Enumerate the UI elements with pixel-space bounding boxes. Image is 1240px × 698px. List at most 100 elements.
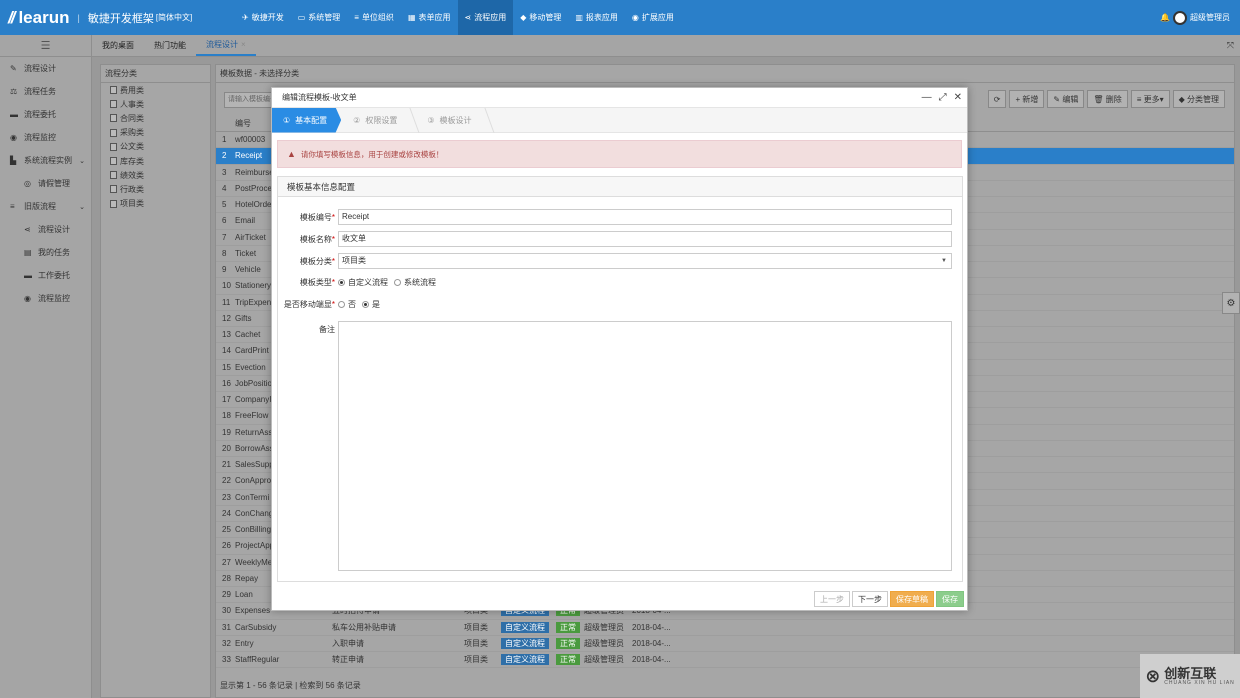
maximize-icon[interactable]: ⤢ (939, 92, 947, 103)
sidebar-item-3[interactable]: ◉ 流程监控 (0, 126, 91, 149)
row-number: 3 (222, 167, 227, 177)
nav-item-1[interactable]: ▭ 系统管理 (291, 0, 348, 35)
next-button[interactable]: 下一步 (852, 591, 888, 607)
settings-gear-icon[interactable]: ⚙ (1222, 292, 1240, 314)
form-section-title: 模板基本信息配置 (278, 177, 962, 197)
sidebar-item-1[interactable]: ⚖ 流程任务 (0, 80, 91, 103)
row-name: 入职申请 (332, 638, 364, 648)
row-number: 21 (222, 460, 231, 470)
nav-item-4[interactable]: ⋖ 流程应用 (457, 0, 514, 35)
bell-icon[interactable]: 🔔 (1160, 13, 1170, 22)
user-menu[interactable]: 🔔 超级管理员 (1160, 0, 1230, 35)
category-label: 费用类 (120, 85, 144, 95)
minimize-icon[interactable]: — (922, 92, 932, 103)
category-item[interactable]: 公文类 (101, 140, 210, 154)
label-text: 模板类型 (299, 278, 332, 287)
mobile-radio-yes[interactable]: 是 (362, 299, 380, 310)
close-icon[interactable]: ✕ (954, 92, 962, 103)
sidebar-item-label: 旧版流程 (24, 202, 56, 211)
nav-label: 表单应用 (418, 13, 451, 22)
app-language: [简体中文] (155, 13, 193, 22)
save-button[interactable]: 保存 (936, 591, 964, 607)
table-row[interactable]: 31 CarSubsidy 私车公用补贴申请 项目类 自定义流程 正常 超级管理员 2018-… (216, 620, 1234, 636)
nav-item-6[interactable]: ▥ 报表应用 (568, 0, 625, 35)
table-row[interactable]: 33 StaffRegular 转正申请 项目类 自定义流程 正常 超级管理员 2018-04… (216, 652, 1234, 669)
nav-item-3[interactable]: ▦ 表单应用 (401, 0, 458, 35)
sidebar-item-10[interactable]: ◉ 流程监控 (0, 287, 91, 310)
sidebar-item-0[interactable]: ✎ 流程设计 (0, 57, 91, 80)
sidebar-item-8[interactable]: ▤ 我的任务 (0, 241, 91, 264)
row-number: 32 (222, 638, 231, 648)
tab-2[interactable]: 流程设计 × (196, 35, 256, 56)
nav-item-0[interactable]: ✈ 敏捷开发 (235, 0, 291, 35)
row-number: 6 (222, 216, 227, 226)
category-item[interactable]: 库存类 (101, 154, 210, 168)
table-row[interactable]: 32 Entry 入职申请 项目类 自定义流程 正常 超级管理员 2018-04-... (216, 636, 1234, 652)
share-icon: ⋖ (464, 13, 472, 22)
search-input[interactable]: 请输入模板编号/名称 (224, 92, 274, 108)
row-number: 30 (222, 606, 231, 616)
avatar[interactable] (1173, 10, 1187, 25)
menu-toggle-icon[interactable]: ☰ (0, 35, 91, 57)
sidebar-item-9[interactable]: ▬ 工作委托 (0, 264, 91, 287)
trash-button[interactable]: 🗑 删除 (1087, 90, 1128, 108)
step-basic-config[interactable]: ① 基本配置 (272, 107, 342, 133)
prev-button[interactable]: 上一步 (814, 591, 850, 607)
sidebar-item-6[interactable]: ≡ 旧版流程 ⌄ (0, 195, 91, 218)
category-item[interactable]: 绩效类 (101, 168, 210, 182)
status-badge: 正常 (556, 637, 580, 649)
category-item[interactable]: 费用类 (101, 83, 210, 97)
category-item[interactable]: 合同类 (101, 111, 210, 125)
remark-field[interactable] (338, 321, 952, 571)
sidebar-item-7[interactable]: ⋖ 流程设计 (0, 218, 91, 241)
sidebar-item-label: 系统流程实例 (24, 156, 72, 165)
refresh-button[interactable]: ⟳ (987, 90, 1007, 108)
delegate-icon: ▬ (10, 110, 18, 119)
tag-button[interactable]: ◆ 分类管理 (1172, 90, 1225, 108)
category-select[interactable]: 项目类 ▼ (338, 253, 952, 269)
row-category: 项目类 (464, 638, 488, 648)
col-code-header[interactable]: 编号 (232, 118, 251, 129)
row-status: 正常 (556, 654, 584, 666)
tab-1[interactable]: 热门功能 (144, 35, 196, 56)
step-label: 权限设置 (365, 115, 398, 125)
page-tabs: 我的桌面 热门功能 流程设计 × ⤧ (92, 35, 1240, 57)
row-date: 2018-04-... (632, 638, 671, 648)
close-tab-icon[interactable]: × (241, 40, 246, 49)
step-number: ③ (427, 115, 435, 125)
fullscreen-icon[interactable]: ⤧ (1227, 40, 1234, 51)
code-field[interactable]: Receipt (338, 209, 952, 225)
category-item[interactable]: 人事类 (101, 97, 210, 111)
row-number: 18 (222, 411, 231, 421)
nav-label: 移动管理 (529, 13, 562, 22)
row-type: 自定义流程 (501, 637, 556, 649)
nav-item-2[interactable]: ≡ 单位组织 (347, 0, 401, 35)
name-field[interactable]: 收文单 (338, 231, 952, 247)
edit-button[interactable]: ✎ 编辑 (1047, 90, 1085, 108)
step-permission[interactable]: ② 权限设置 (341, 108, 415, 133)
delegate-icon: ▬ (24, 271, 32, 280)
plus-button[interactable]: + 新增 (1009, 90, 1045, 108)
category-item[interactable]: 采购类 (101, 126, 210, 140)
more-button[interactable]: ≡ 更多▾ (1130, 90, 1170, 108)
step-template-design[interactable]: ③ 模板设计 (415, 108, 489, 133)
sidebar-item-4[interactable]: ▙ 系统流程实例 ⌄ (0, 149, 91, 172)
row-number: 4 (222, 183, 227, 193)
save-draft-button[interactable]: 保存草稿 (890, 591, 934, 607)
mobile-radio-no[interactable]: 否 (338, 299, 356, 310)
nav-item-5[interactable]: ◆ 移动管理 (513, 0, 568, 35)
sidebar-item-2[interactable]: ▬ 流程委托 (0, 103, 91, 126)
type-radio-custom[interactable]: 自定义流程 (338, 277, 388, 288)
nav-item-7[interactable]: ◉ 扩展应用 (625, 0, 681, 35)
radio-label: 系统流程 (404, 278, 436, 287)
category-item[interactable]: 项目类 (101, 197, 210, 211)
sidebar-item-5[interactable]: ◎ 请假管理 (0, 172, 91, 195)
user-name[interactable]: 超级管理员 (1190, 12, 1230, 23)
tab-0[interactable]: 我的桌面 (92, 35, 144, 56)
form-row-code: 模板编号* Receipt (278, 209, 952, 225)
type-radio-system[interactable]: 系统流程 (394, 277, 436, 288)
category-item[interactable]: 行政类 (101, 182, 210, 196)
logo[interactable]: // learun | 敏捷开发框架 [简体中文] (0, 8, 235, 28)
sidebar-item-label: 流程委托 (24, 110, 56, 119)
table-icon: ▦ (407, 13, 416, 22)
